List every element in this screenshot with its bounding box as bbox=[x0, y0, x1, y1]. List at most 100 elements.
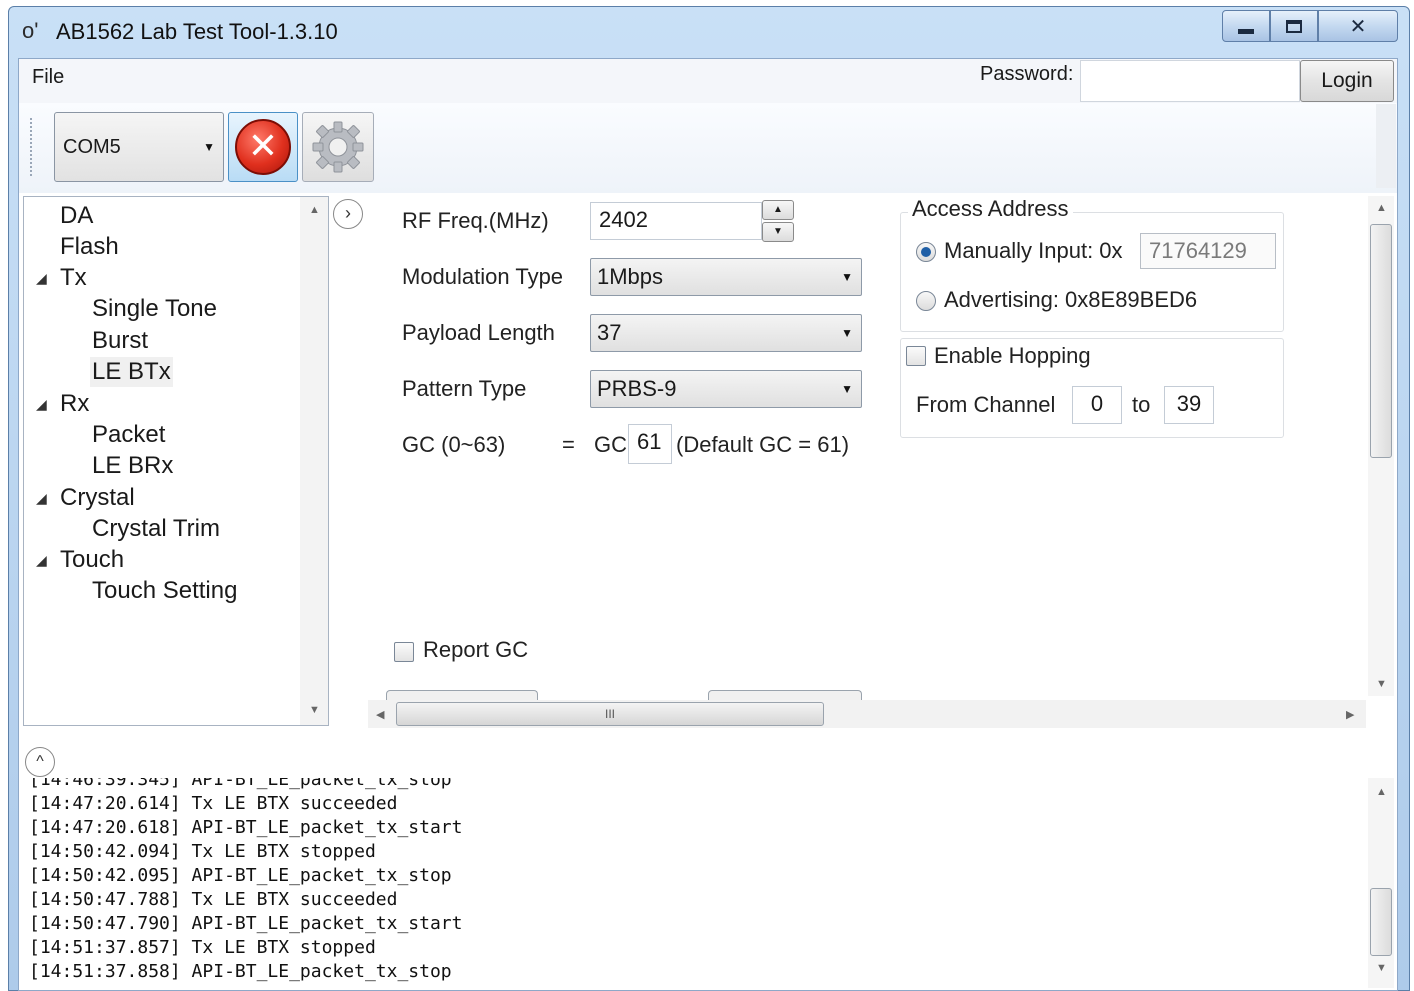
tree-item-le-brx[interactable]: LE BRx bbox=[92, 451, 173, 481]
hidden-button-right[interactable] bbox=[708, 690, 862, 700]
close-window-button[interactable]: ✕ bbox=[1318, 10, 1398, 42]
scroll-down-icon[interactable]: ▼ bbox=[309, 704, 320, 716]
toolbar-grip[interactable] bbox=[30, 118, 34, 176]
scroll-left-icon[interactable]: ◀ bbox=[376, 708, 384, 721]
hidden-button-left[interactable] bbox=[386, 690, 538, 700]
payload-length-select[interactable]: 37 ▼ bbox=[590, 314, 862, 352]
settings-button[interactable] bbox=[302, 112, 374, 182]
rf-freq-input[interactable]: 2402 bbox=[590, 202, 762, 240]
log-line: [14:46:39.345] API-BT_LE_packet_tx_stop bbox=[29, 778, 452, 790]
tree-item-burst[interactable]: Burst bbox=[92, 326, 148, 356]
scroll-right-icon[interactable]: ▶ bbox=[1346, 708, 1354, 721]
chevron-up-icon: ^ bbox=[36, 753, 44, 770]
tree-item-le-btx[interactable]: LE BTx bbox=[90, 357, 173, 387]
login-button[interactable]: Login bbox=[1300, 60, 1394, 102]
spin-down-button[interactable]: ▼ bbox=[762, 222, 794, 242]
log-line: [14:51:37.858] API-BT_LE_packet_tx_stop bbox=[29, 961, 452, 982]
com-port-value: COM5 bbox=[63, 135, 121, 158]
collapse-panel-button[interactable]: › bbox=[333, 199, 363, 229]
pattern-type-label: Pattern Type bbox=[402, 376, 527, 401]
gc-range-label: GC (0~63) bbox=[402, 432, 506, 457]
enable-hopping-label: Enable Hopping bbox=[934, 343, 1091, 368]
log-scrollbar[interactable] bbox=[1368, 778, 1394, 988]
tree-item-single-tone[interactable]: Single Tone bbox=[92, 294, 217, 324]
spin-up-button[interactable]: ▲ bbox=[762, 200, 794, 220]
close-icon: ✕ bbox=[1349, 15, 1367, 38]
toolbar bbox=[19, 103, 1397, 193]
expand-arrow-icon[interactable]: ◢ bbox=[36, 490, 47, 507]
chevron-down-icon: ▼ bbox=[841, 326, 853, 340]
window-title: AB1562 Lab Test Tool-1.3.10 bbox=[56, 19, 338, 44]
modulation-value: 1Mbps bbox=[597, 264, 664, 289]
pattern-type-value: PRBS-9 bbox=[597, 376, 677, 401]
modulation-select[interactable]: 1Mbps ▼ bbox=[590, 258, 862, 296]
log-line: [14:50:47.790] API-BT_LE_packet_tx_start bbox=[29, 913, 463, 934]
log-line: [14:51:37.857] Tx LE BTX stopped bbox=[29, 937, 376, 958]
rf-freq-label: RF Freq.(MHz) bbox=[402, 208, 549, 233]
password-label: Password: bbox=[980, 63, 1074, 85]
minimize-button[interactable] bbox=[1222, 10, 1270, 42]
advertising-label: Advertising: 0x8E89BED6 bbox=[944, 287, 1198, 312]
scroll-up-icon[interactable]: ▲ bbox=[1376, 202, 1387, 214]
scroll-up-icon[interactable]: ▲ bbox=[1376, 786, 1387, 798]
tree-item-touch-setting[interactable]: Touch Setting bbox=[92, 576, 237, 606]
expand-arrow-icon[interactable]: ◢ bbox=[36, 270, 47, 287]
tree-item-tx[interactable]: Tx bbox=[60, 263, 87, 293]
manual-input-radio[interactable] bbox=[916, 242, 936, 262]
tree-item-crystal-trim[interactable]: Crystal Trim bbox=[92, 514, 220, 544]
scroll-up-icon[interactable]: ▲ bbox=[309, 204, 320, 216]
access-address-title: Access Address bbox=[908, 194, 1073, 224]
com-port-select[interactable]: COM5 ▼ bbox=[54, 112, 224, 182]
log-line: [14:50:47.788] Tx LE BTX succeeded bbox=[29, 889, 398, 910]
log-scroll-thumb[interactable] bbox=[1370, 888, 1392, 956]
maximize-icon bbox=[1286, 19, 1302, 33]
gc-prefix: GC bbox=[594, 432, 627, 457]
password-input[interactable] bbox=[1080, 60, 1300, 102]
report-gc-label: Report GC bbox=[423, 637, 529, 662]
scroll-down-icon[interactable]: ▼ bbox=[1376, 962, 1387, 974]
gc-default-label: (Default GC = 61) bbox=[676, 432, 850, 457]
main-horizontal-thumb[interactable]: III bbox=[396, 702, 824, 726]
report-gc-checkbox[interactable] bbox=[394, 642, 414, 662]
advertising-radio[interactable] bbox=[916, 291, 936, 311]
app-icon: o' bbox=[22, 18, 39, 43]
tree-item-rx[interactable]: Rx bbox=[60, 389, 89, 419]
enable-hopping-checkbox[interactable] bbox=[906, 346, 926, 366]
minimize-icon bbox=[1238, 28, 1254, 34]
log-output: [14:46:39.345] API-BT_LE_packet_tx_stop … bbox=[21, 778, 1367, 988]
to-channel-input[interactable]: 39 bbox=[1164, 386, 1214, 424]
log-line: [14:47:20.618] API-BT_LE_packet_tx_start bbox=[29, 817, 463, 838]
tree-item-crystal[interactable]: Crystal bbox=[60, 483, 135, 513]
gear-icon bbox=[312, 121, 364, 173]
log-line: [14:47:20.614] Tx LE BTX succeeded bbox=[29, 793, 398, 814]
menu-file[interactable]: File bbox=[32, 64, 64, 90]
log-line: [14:50:42.094] Tx LE BTX stopped bbox=[29, 841, 376, 862]
access-address-input[interactable]: 71764129 bbox=[1140, 233, 1276, 269]
payload-length-value: 37 bbox=[597, 320, 622, 345]
chevron-down-icon: ▼ bbox=[203, 140, 215, 154]
toolbar-scrollbar[interactable] bbox=[1376, 104, 1396, 188]
pattern-type-select[interactable]: PRBS-9 ▼ bbox=[590, 370, 862, 408]
gc-equals: = bbox=[562, 432, 575, 457]
tree-item-packet[interactable]: Packet bbox=[92, 420, 165, 450]
modulation-label: Modulation Type bbox=[402, 264, 564, 289]
expand-arrow-icon[interactable]: ◢ bbox=[36, 396, 47, 413]
expand-arrow-icon[interactable]: ◢ bbox=[36, 552, 47, 569]
arrow-up-icon: ▲ bbox=[773, 204, 783, 215]
close-circle-icon: ✕ bbox=[235, 119, 291, 175]
maximize-button[interactable] bbox=[1270, 10, 1318, 42]
payload-length-label: Payload Length bbox=[402, 320, 555, 345]
tree-item-flash[interactable]: Flash bbox=[60, 232, 119, 262]
from-channel-label: From Channel bbox=[916, 392, 1056, 417]
main-vertical-thumb[interactable] bbox=[1370, 224, 1392, 458]
to-label: to bbox=[1132, 392, 1151, 417]
tree-scrollbar[interactable] bbox=[300, 197, 328, 725]
tree-item-da[interactable]: DA bbox=[60, 201, 93, 231]
tree-item-touch[interactable]: Touch bbox=[60, 545, 124, 575]
from-channel-input[interactable]: 0 bbox=[1072, 386, 1122, 424]
disconnect-button[interactable]: ✕ bbox=[228, 112, 298, 182]
chevron-down-icon: ▼ bbox=[841, 270, 853, 284]
scroll-down-icon[interactable]: ▼ bbox=[1376, 678, 1387, 690]
gc-input[interactable]: 61 bbox=[628, 424, 672, 464]
collapse-log-button[interactable]: ^ bbox=[25, 747, 55, 777]
